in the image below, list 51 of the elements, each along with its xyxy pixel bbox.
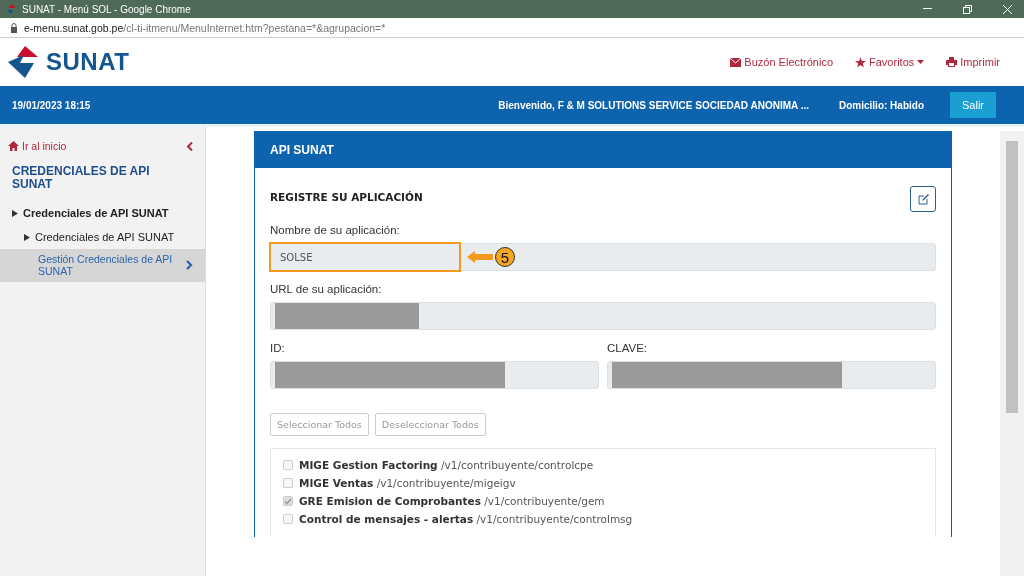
window-title: SUNAT - Menú SOL - Google Chrome: [22, 3, 192, 15]
checkbox[interactable]: [283, 514, 293, 524]
section-title: CREDENCIALES DE API SUNAT: [11, 163, 151, 194]
close-icon[interactable]: [1002, 4, 1012, 14]
arrow-icon: [467, 251, 493, 263]
welcome-text: Bienvenido, F & M SOLUTIONS SERVICE SOCIEDAD ANONIMA ...: [498, 99, 809, 111]
field-label: Nombre de su aplicación:: [270, 224, 401, 236]
restore-icon[interactable]: [962, 4, 972, 14]
envelope-icon: [730, 57, 742, 67]
star-icon: [855, 56, 867, 68]
sunat-favicon-icon: [6, 4, 16, 14]
section-heading: REGISTRE SU APLICACIÓN: [270, 191, 423, 203]
input-field[interactable]: SOLSE 5: [270, 243, 936, 271]
home-link[interactable]: Ir al inicio: [0, 135, 205, 157]
field-label: URL de su aplicación:: [270, 283, 383, 295]
collapse-chevron-icon[interactable]: [187, 141, 193, 151]
input-field[interactable]: [270, 302, 936, 330]
lock-icon: [10, 22, 18, 33]
menu-item[interactable]: Gestión Credenciales de API SUNAT: [0, 249, 205, 282]
header-link[interactable]: Imprimir: [946, 56, 1000, 68]
menu-item[interactable]: Credenciales de API SUNAT: [0, 201, 205, 226]
menu-item[interactable]: Credenciales de API SUNAT: [0, 225, 205, 250]
logo-text: SUNAT: [46, 48, 130, 76]
input-field[interactable]: [270, 361, 599, 389]
step-number-badge: 5: [495, 247, 515, 267]
checkbox[interactable]: [283, 496, 293, 506]
triangle-icon: [24, 233, 30, 241]
home-icon: [8, 141, 19, 151]
api-scope-text: MIGE Gestion Factoring /v1/contribuyente/controlcpe: [299, 459, 594, 471]
api-scope-text: MIGE Ventas /v1/contribuyente/migeigv: [299, 477, 516, 489]
input-value: SOLSE: [269, 242, 461, 272]
header-link[interactable]: Buzón Electrónico: [730, 56, 834, 68]
header-link[interactable]: Favoritos: [855, 56, 925, 68]
checkbox[interactable]: [283, 478, 293, 488]
address-bar-url[interactable]: e-menu.sunat.gob.pe/cl-ti-itmenu/MenuInternet.htm?pestana=*&agrupacion=*: [24, 21, 386, 34]
field-label: ID:: [270, 342, 286, 354]
input-field[interactable]: [607, 361, 936, 389]
minimize-icon[interactable]: [922, 8, 932, 10]
triangle-icon: [12, 209, 18, 217]
edit-button[interactable]: [910, 186, 936, 212]
api-scope-text: Control de mensajes - alertas /v1/contribuyente/controlmsg: [299, 513, 633, 525]
panel-title: API SUNAT: [255, 132, 951, 168]
checkbox[interactable]: [283, 460, 293, 470]
chevron-right-icon: [186, 260, 193, 271]
field-label: CLAVE:: [607, 342, 649, 354]
date-time: 19/01/2023 18:15: [12, 99, 92, 111]
domicilio-status: Domicilio: Habido: [839, 99, 924, 111]
edit-icon: [917, 193, 929, 205]
scrollbar-thumb[interactable]: [1006, 141, 1018, 413]
api-scope-text: GRE Emision de Comprobantes /v1/contribuyente/gem: [299, 495, 605, 507]
printer-icon: [946, 57, 958, 67]
